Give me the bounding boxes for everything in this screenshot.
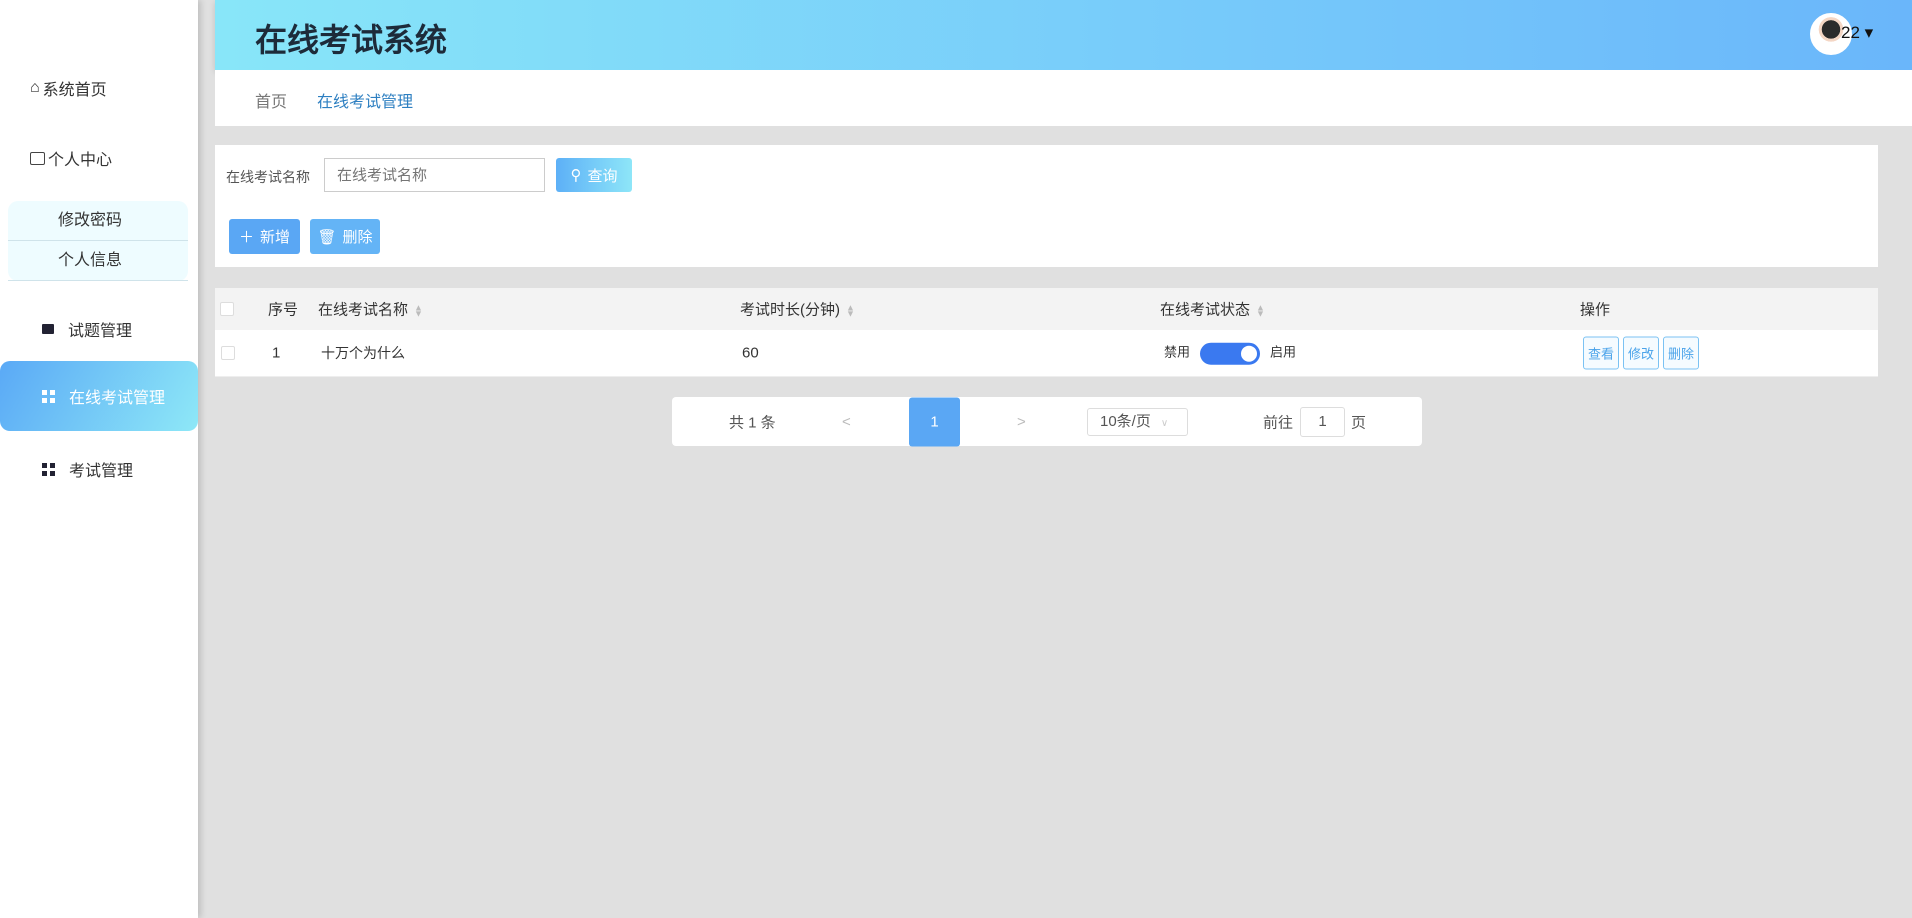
view-button[interactable]: 查看 xyxy=(1583,336,1620,370)
col-index: 序号 xyxy=(268,301,299,319)
row-actions: 查看 修改 删除 xyxy=(1583,336,1703,370)
col-name[interactable]: 在线考试名称 ▲ ▼ xyxy=(318,299,423,320)
add-button[interactable]: ＋新增 xyxy=(229,219,300,254)
header: 在线考试系统 22 ▾ xyxy=(215,0,1912,70)
search-panel: 在线考试名称 ⚲查询 ＋新增 🗑删除 xyxy=(215,145,1878,267)
edit-button[interactable]: 修改 xyxy=(1623,336,1660,370)
home-icon: ⌂ xyxy=(30,79,40,96)
sidebar: ⌂ 系统首页 个人中心 修改密码 个人信息 试题管理 在线考试管理 考试管理 xyxy=(0,0,198,918)
prev-page-button[interactable]: < xyxy=(842,413,851,430)
sidebar-item-online-exam-management[interactable]: 在线考试管理 xyxy=(0,361,198,431)
delete-button[interactable]: 🗑 删除 xyxy=(310,219,380,254)
row-index: 1 xyxy=(272,344,281,362)
select-all-checkbox[interactable] xyxy=(220,302,234,316)
total-count: 共 1 条 xyxy=(729,414,776,431)
sidebar-item-change-password[interactable]: 修改密码 xyxy=(8,201,188,241)
goto-page-input[interactable]: 1 xyxy=(1300,406,1345,437)
grid-icon xyxy=(42,389,55,403)
submenu: 修改密码 个人信息 xyxy=(8,201,188,281)
pagination: 共 1 条 < 1 > 10条/页 ∨ 前往 1 页 xyxy=(672,397,1422,446)
query-button[interactable]: ⚲ 查询 xyxy=(556,158,632,192)
trash-icon: 🗑 xyxy=(317,228,337,246)
wallet-icon xyxy=(42,324,54,334)
row-status: 禁用 启用 xyxy=(1164,342,1296,365)
sort-icon[interactable]: ▲ ▼ xyxy=(1256,303,1265,318)
sort-icon[interactable]: ▲ ▼ xyxy=(414,303,423,318)
wallet-icon xyxy=(30,151,45,165)
page-unit-label: 页 xyxy=(1351,414,1367,431)
breadcrumb-home[interactable]: 首页 xyxy=(255,88,287,112)
chevron-down-icon: ∨ xyxy=(1160,417,1169,429)
breadcrumb-current: 在线考试管理 xyxy=(317,94,414,111)
user-menu[interactable]: 22 ▾ xyxy=(1841,23,1873,43)
col-duration[interactable]: 考试时长(分钟) ▲ ▼ xyxy=(740,299,855,320)
search-input[interactable] xyxy=(324,158,545,192)
status-toggle[interactable] xyxy=(1200,342,1261,365)
app-title: 在线考试系统 xyxy=(255,22,448,58)
table-header: 序号 在线考试名称 ▲ ▼ 考试时长(分钟) ▲ ▼ 在线考试状态 ▲ ▼ 操作 xyxy=(215,288,1878,330)
sidebar-item-personal-center[interactable]: 个人中心 xyxy=(0,146,198,170)
sidebar-item-home[interactable]: ⌂ 系统首页 xyxy=(0,76,198,100)
sidebar-item-question-management[interactable]: 试题管理 xyxy=(0,317,198,341)
col-status[interactable]: 在线考试状态 ▲ ▼ xyxy=(1160,299,1265,320)
sort-icon[interactable]: ▲ ▼ xyxy=(846,303,855,318)
search-icon: ⚲ xyxy=(570,167,582,184)
search-label: 在线考试名称 xyxy=(226,169,310,185)
plus-icon: ＋ xyxy=(238,229,254,246)
table-row: 1 十万个为什么 60 禁用 启用 查看 修改 删除 xyxy=(215,330,1878,377)
goto-label: 前往 xyxy=(1263,414,1294,431)
row-duration: 60 xyxy=(742,344,759,362)
sidebar-item-exam-management[interactable]: 考试管理 xyxy=(0,457,198,481)
row-checkbox[interactable] xyxy=(221,346,235,360)
next-page-button[interactable]: > xyxy=(1017,413,1026,430)
sidebar-item-personal-info[interactable]: 个人信息 xyxy=(8,241,188,281)
breadcrumb: 首页 在线考试管理 xyxy=(215,70,1912,126)
page-size-select[interactable]: 10条/页 ∨ xyxy=(1087,407,1188,436)
page-1-button[interactable]: 1 xyxy=(909,397,960,446)
exam-table: 序号 在线考试名称 ▲ ▼ 考试时长(分钟) ▲ ▼ 在线考试状态 ▲ ▼ 操作 1 十万个… xyxy=(215,288,1878,377)
col-actions: 操作 xyxy=(1580,301,1611,319)
row-delete-button[interactable]: 删除 xyxy=(1663,336,1700,370)
row-name: 十万个为什么 xyxy=(321,345,405,361)
grid-icon xyxy=(42,462,55,476)
